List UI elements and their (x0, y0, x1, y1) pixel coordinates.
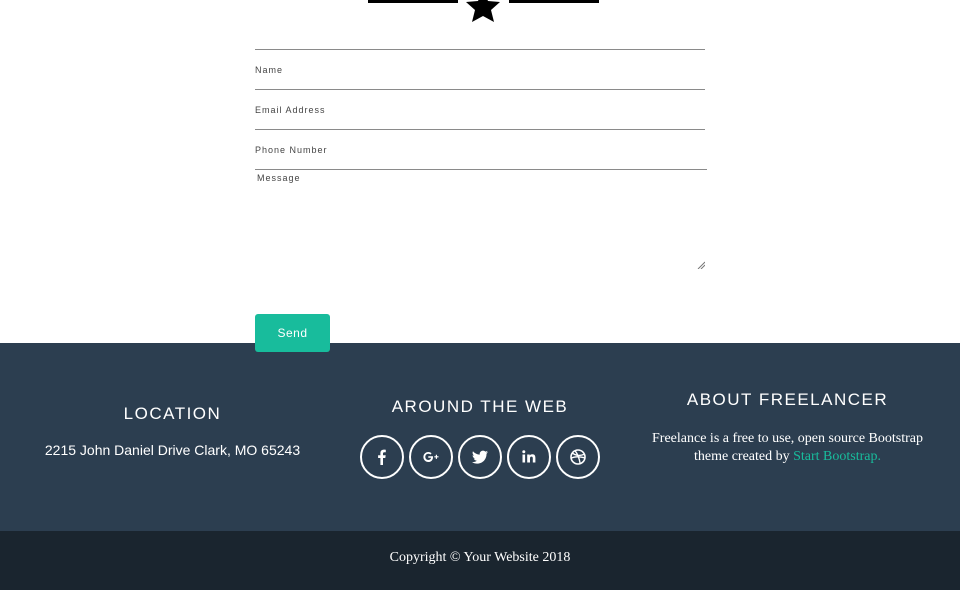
email-field[interactable]: Email Address (255, 89, 705, 129)
google-plus-link[interactable] (409, 435, 453, 479)
facebook-link[interactable] (360, 435, 404, 479)
location-title: LOCATION (123, 404, 222, 423)
contact-form: Name Email Address Phone Number Message (255, 49, 707, 271)
social-links (330, 435, 630, 479)
message-label: Message (257, 173, 301, 183)
star-icon (466, 0, 500, 22)
facebook-icon (378, 449, 386, 465)
copyright-text: Copyright © Your Website 2018 (389, 550, 571, 565)
about-description: Freelance is a free to use, open source … (652, 431, 923, 464)
dribbble-icon (570, 449, 586, 465)
send-button[interactable]: Send (255, 314, 330, 352)
copyright-bar: Copyright © Your Website 2018 (0, 531, 960, 590)
start-bootstrap-link[interactable]: Start Bootstrap. (793, 449, 881, 464)
divider-line-left (368, 0, 458, 3)
around-the-web-title: AROUND THE WEB (391, 397, 569, 416)
resize-handle-icon[interactable] (697, 261, 705, 269)
phone-field[interactable]: Phone Number (255, 129, 705, 169)
about-text: Freelance is a free to use, open source … (640, 430, 935, 466)
dribbble-link[interactable] (556, 435, 600, 479)
google-plus-icon (423, 452, 439, 462)
about-title: ABOUT FREELANCER (686, 390, 889, 409)
twitter-icon (472, 450, 488, 464)
twitter-link[interactable] (458, 435, 502, 479)
message-field[interactable]: Message (255, 169, 707, 271)
phone-label: Phone Number (255, 145, 328, 155)
star-divider (368, 0, 599, 24)
linkedin-icon (522, 450, 536, 463)
location-address: 2215 John Daniel Drive Clark, MO 65243 (44, 442, 301, 458)
footer-about: ABOUT FREELANCER Freelance is a free to … (640, 390, 935, 466)
name-label: Name (255, 65, 284, 75)
footer-around-the-web: AROUND THE WEB (330, 397, 630, 479)
footer-location: LOCATION 2215 John Daniel Drive Clark, M… (25, 404, 320, 458)
divider-line-right (509, 0, 599, 3)
linkedin-link[interactable] (507, 435, 551, 479)
name-field[interactable]: Name (255, 49, 705, 89)
footer: LOCATION 2215 John Daniel Drive Clark, M… (0, 343, 960, 531)
email-label: Email Address (255, 105, 326, 115)
